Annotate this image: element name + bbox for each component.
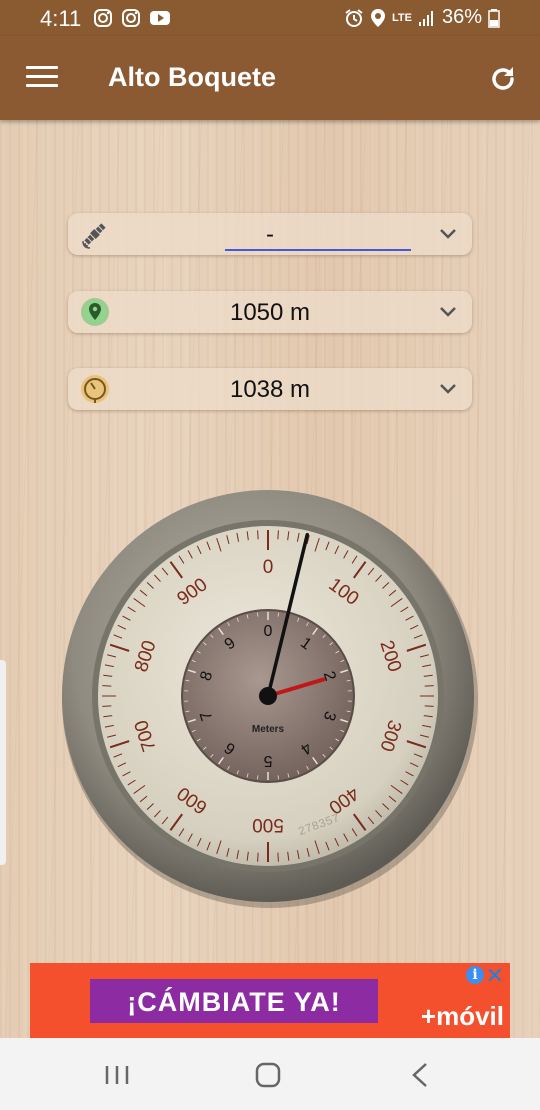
outer-tick	[424, 705, 434, 707]
ad-info-icon[interactable]: i	[466, 966, 484, 984]
satellite-icon	[82, 223, 106, 249]
status-bar: 4:11 LTE 36%	[0, 0, 540, 36]
gps-altitude-field[interactable]: -	[68, 213, 472, 255]
inner-tick	[257, 612, 259, 617]
outer-scale-label: 0	[263, 557, 274, 578]
ad-close-icon[interactable]: ✕	[486, 963, 504, 989]
battery-icon	[488, 8, 500, 28]
inner-tick	[277, 612, 279, 617]
inner-scale-label: 5	[263, 752, 272, 769]
ad-brand: +móvil	[420, 1001, 504, 1031]
inner-tick	[257, 775, 259, 780]
network-type: LTE	[392, 11, 412, 24]
status-notification-icons	[93, 8, 171, 28]
edge-panel-handle[interactable]	[0, 660, 6, 865]
location-icon	[371, 8, 385, 27]
ad-headline-box[interactable]: ¡CÁMBIATE YA!	[90, 979, 378, 1023]
alarm-icon	[345, 8, 363, 27]
recent-apps-icon[interactable]	[97, 1058, 137, 1092]
hand-pivot	[259, 687, 277, 705]
youtube-icon	[150, 11, 170, 25]
status-system-icons: LTE 36%	[344, 6, 500, 29]
outer-scale-label: 500	[252, 814, 284, 835]
signal-icon	[418, 10, 433, 26]
gps-altitude-value[interactable]: -	[128, 221, 412, 249]
outer-tick	[102, 705, 112, 707]
outer-tick	[277, 852, 279, 862]
battery-percent: 36%	[441, 6, 482, 28]
map-altitude-value: 1050 m	[229, 299, 311, 326]
page-title: Alto Boquete	[108, 62, 276, 92]
map-altitude-field[interactable]: 1050 m	[68, 291, 472, 333]
altimeter-gauge: 0 100 200 300 400 500 600 700 800 900 0123456789 …	[58, 488, 478, 908]
back-icon[interactable]	[400, 1058, 440, 1092]
outer-tick	[102, 685, 112, 687]
chevron-down-icon[interactable]	[438, 302, 458, 322]
input-underline	[225, 249, 411, 251]
location-pin-icon	[81, 298, 109, 326]
inner-scale-label: 0	[264, 623, 273, 640]
app-bar: Alto Boquete	[0, 36, 540, 120]
outer-tick	[277, 530, 279, 540]
ad-banner[interactable]: ¡CÁMBIATE YA! +móvil i ✕	[30, 963, 510, 1039]
barometer-altitude-field[interactable]: 1038 m	[68, 368, 472, 410]
instagram-icon	[122, 9, 140, 27]
status-time: 4:11	[40, 6, 82, 31]
unit-label: Meters	[252, 724, 285, 735]
outer-tick	[257, 852, 259, 862]
barometer-icon	[81, 375, 109, 403]
refresh-icon[interactable]	[488, 64, 518, 94]
chevron-down-icon[interactable]	[438, 379, 458, 399]
inner-tick	[277, 775, 279, 780]
menu-icon[interactable]	[26, 66, 58, 90]
barometer-altitude-value: 1038 m	[229, 376, 311, 403]
chevron-down-icon[interactable]	[438, 224, 458, 244]
altimeter-dial: 0100200300400500600700800900 0123456789 …	[62, 490, 478, 908]
outer-tick	[424, 685, 434, 687]
home-icon[interactable]	[248, 1058, 288, 1092]
system-nav-bar	[0, 1038, 540, 1110]
outer-tick	[257, 530, 259, 540]
instagram-icon	[94, 9, 112, 27]
ad-headline: ¡CÁMBIATE YA!	[127, 987, 341, 1017]
